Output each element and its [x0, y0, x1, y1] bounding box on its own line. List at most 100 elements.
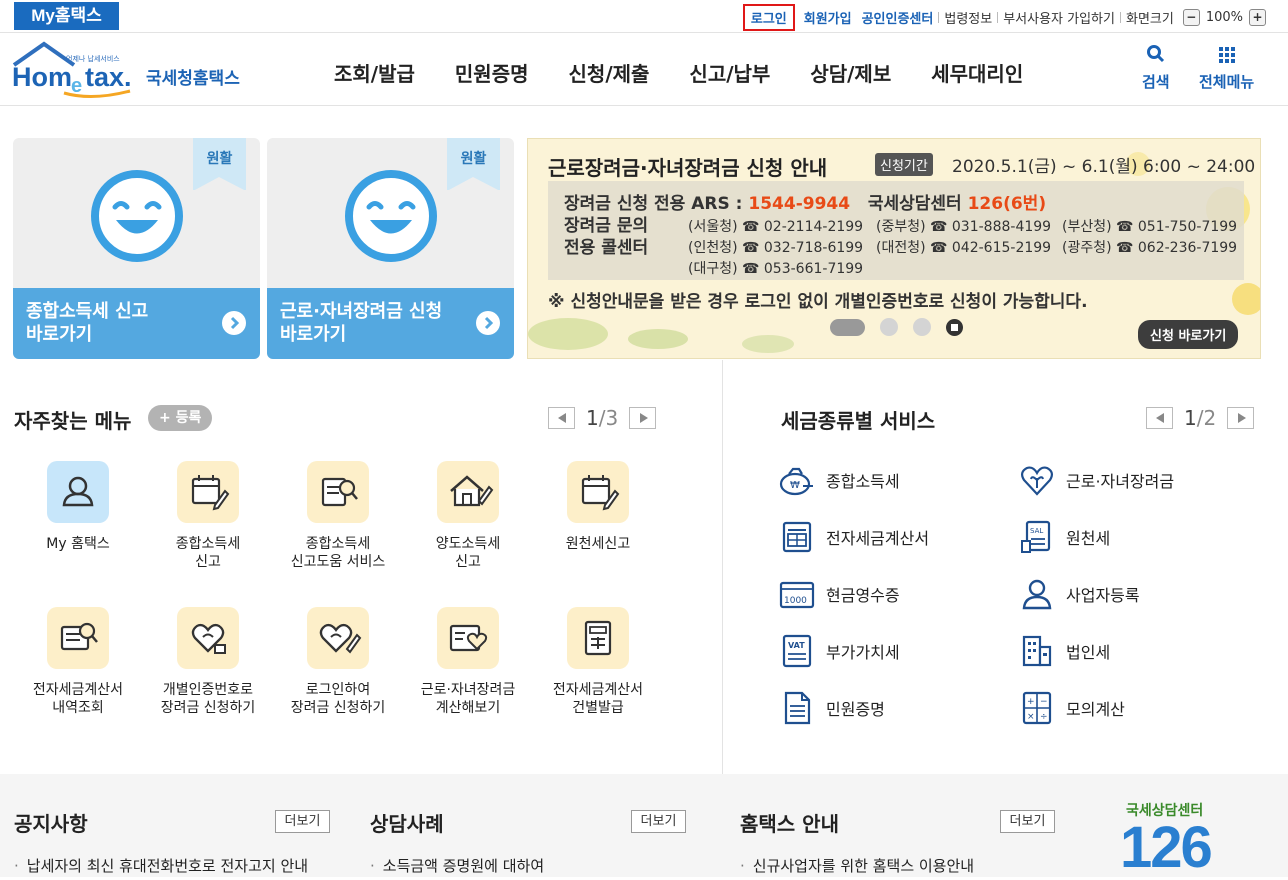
prev-page-button[interactable]	[1146, 407, 1173, 429]
tax-service-certificate[interactable]: 민원증명	[779, 690, 885, 726]
fav-item-income-tax-report[interactable]: 종합소득세 신고	[143, 461, 273, 571]
document-icon	[784, 691, 811, 725]
invoice-search-icon	[47, 607, 109, 669]
tax-service-business-reg[interactable]: 사업자등록	[1019, 576, 1140, 612]
favorites-pager: 1/3	[548, 406, 657, 430]
nav-item-consult[interactable]: 상담/제보	[810, 58, 891, 87]
dept-user-signup-link[interactable]: 부서사용자 가입하기	[998, 8, 1120, 27]
phone-jungbu: (중부청) ☎ 031-888-4199	[876, 219, 1052, 235]
section-divider	[722, 360, 723, 774]
svg-text:1000: 1000	[784, 596, 807, 606]
quick-card-income-tax[interactable]: 원활 종합소득세 신고 바로가기	[13, 138, 260, 359]
user-icon	[47, 461, 109, 523]
signup-link[interactable]: 회원가입	[799, 8, 857, 27]
tax-service-incentive[interactable]: 근로·자녀장려금	[1019, 462, 1174, 498]
pause-icon[interactable]	[946, 318, 963, 336]
login-link[interactable]: 로그인	[742, 3, 795, 31]
calendar-pen-icon	[567, 461, 629, 523]
svg-text:₩: ₩	[790, 480, 800, 491]
phone-busan: (부산청) ☎ 051-750-7199	[1062, 219, 1238, 235]
nav-item-inquiry[interactable]: 조회/발급	[334, 58, 415, 87]
nav-item-certificate[interactable]: 민원증명	[455, 58, 529, 87]
grid-menu-icon	[1218, 47, 1235, 63]
prev-page-button[interactable]	[548, 407, 575, 429]
cert-center-link[interactable]: 공인인증센터	[857, 8, 939, 27]
ars-line: 장려금 신청 전용 ARS : 1544-9944 국세상담센터 126(6번)	[564, 194, 1047, 214]
slide-dot-2[interactable]	[880, 318, 898, 336]
svg-text:+: +	[1027, 697, 1035, 707]
all-menu-button[interactable]: 전체메뉴	[1199, 44, 1254, 92]
next-page-button[interactable]	[629, 407, 657, 429]
next-page-button[interactable]	[1227, 407, 1255, 429]
logo-icon: 언제나 납세서비스 Hom e tax. 국세청홈택스	[12, 41, 240, 99]
zoom-out-button[interactable]: −	[1182, 8, 1200, 26]
fav-item-incentive-calc[interactable]: 근로·자녀장려금 계산해보기	[403, 607, 533, 717]
notice-item[interactable]: 납세자의 최신 휴대전화번호로 전자고지 안내	[14, 855, 308, 876]
consult-title: 상담사례	[370, 812, 444, 836]
apply-go-button[interactable]: 신청 바로가기	[1138, 320, 1239, 349]
fav-item-invoice-search[interactable]: 전자세금계산서 내역조회	[13, 607, 143, 717]
fav-item-my-hometax[interactable]: My 홈택스	[13, 461, 143, 553]
period-date: 2020.5.1(금) ~ 6.1(월) 6:00 ~ 24:00	[952, 157, 1256, 177]
banner-info-box: 장려금 신청 전용 ARS : 1544-9944 국세상담센터 126(6번)…	[548, 181, 1244, 280]
hometax-logo[interactable]: 언제나 납세서비스 Hom e tax. 국세청홈택스	[12, 41, 248, 101]
fav-item-withholding[interactable]: 원천세신고	[533, 461, 663, 553]
tax-service-simulation[interactable]: + − × ÷ 모의계산	[1019, 690, 1125, 726]
page-indicator: 1/3	[586, 406, 619, 430]
search-label: 검색	[1142, 73, 1170, 91]
phone-daejeon: (대전청) ☎ 042-615-2199	[876, 240, 1052, 256]
tax-service-cash-receipt[interactable]: 1000 현금영수증	[779, 576, 900, 612]
slide-dot-1[interactable]	[830, 318, 865, 336]
consult-more-button[interactable]: 더보기	[631, 810, 686, 833]
svg-text:−: −	[1040, 697, 1048, 707]
building-icon	[1022, 635, 1052, 667]
search-icon	[1146, 45, 1164, 63]
tax-service-corporate[interactable]: 법인세	[1019, 633, 1110, 669]
tax-service-vat[interactable]: VAT 부가가치세	[779, 633, 900, 669]
guide-title: 홈택스 안내	[740, 812, 839, 836]
heart-pen-icon	[307, 607, 369, 669]
tax-service-e-invoice[interactable]: 전자세금계산서	[779, 519, 929, 555]
fav-item-invoice-issue[interactable]: 전자세금계산서 건별발급	[533, 607, 663, 717]
fav-item-login-apply[interactable]: 로그인하여 장려금 신청하기	[273, 607, 403, 717]
search-button[interactable]: 검색	[1142, 44, 1170, 92]
fav-item-individual-cert-apply[interactable]: 개별인증번호로 장려금 신청하기	[143, 607, 273, 717]
cash-receipt-icon: 1000	[779, 581, 815, 609]
svg-text:Hom: Hom	[12, 62, 72, 92]
svg-text:tax.: tax.	[85, 62, 132, 92]
notice-title: 공지사항	[14, 812, 88, 836]
income-tax-go-link[interactable]: 종합소득세 신고 바로가기	[13, 288, 260, 359]
svg-text:×: ×	[1027, 712, 1035, 722]
guide-item[interactable]: 신규사업자를 위한 홈택스 이용안내	[740, 855, 974, 876]
zoom-control: − 100% +	[1182, 8, 1266, 26]
phone-daegu: (대구청) ☎ 053-661-7199	[688, 261, 864, 277]
consult-item[interactable]: 소득금액 증명원에 대하여	[370, 855, 544, 876]
nav-item-report[interactable]: 신고/납부	[689, 58, 770, 87]
fav-item-transfer-tax[interactable]: 양도소득세 신고	[403, 461, 533, 571]
svg-text:VAT: VAT	[788, 641, 805, 650]
smile-face-icon	[91, 170, 183, 262]
tax-service-withholding[interactable]: SAL 원천세	[1019, 519, 1110, 555]
callcenter-label: 장려금 문의 전용 콜센터	[564, 216, 649, 258]
tax-service-income-tax[interactable]: ₩ 종합소득세	[779, 462, 900, 498]
zoom-in-button[interactable]: +	[1249, 8, 1266, 26]
incentive-go-link[interactable]: 근로·자녀장려금 신청 바로가기	[267, 288, 514, 359]
heart-plant-icon	[1020, 466, 1054, 496]
nav-item-tax-agent[interactable]: 세무대리인	[931, 58, 1023, 87]
status-badge: 원활	[447, 138, 500, 191]
house-pen-icon	[437, 461, 499, 523]
slide-dot-3[interactable]	[913, 318, 931, 336]
my-hometax-button[interactable]: My홈택스	[14, 2, 119, 30]
card-heart-icon	[437, 607, 499, 669]
quick-card-incentive[interactable]: 원활 근로·자녀장려금 신청 바로가기	[267, 138, 514, 359]
invoice-icon	[782, 521, 812, 553]
guide-more-button[interactable]: 더보기	[1000, 810, 1055, 833]
status-badge: 원활	[193, 138, 246, 191]
nav-item-apply[interactable]: 신청/제출	[569, 58, 650, 87]
fav-item-income-tax-help[interactable]: 종합소득세 신고도움 서비스	[273, 461, 403, 571]
incentive-banner[interactable]: 근로장려금·자녀장려금 신청 안내 신청기간 2020.5.1(금) ~ 6.1…	[527, 138, 1261, 359]
consult-center-126-logo[interactable]: 국세상담센터 126	[1120, 800, 1270, 877]
notice-more-button[interactable]: 더보기	[275, 810, 330, 833]
register-button[interactable]: + 등록	[148, 405, 213, 431]
law-info-link[interactable]: 법령정보	[939, 8, 997, 27]
